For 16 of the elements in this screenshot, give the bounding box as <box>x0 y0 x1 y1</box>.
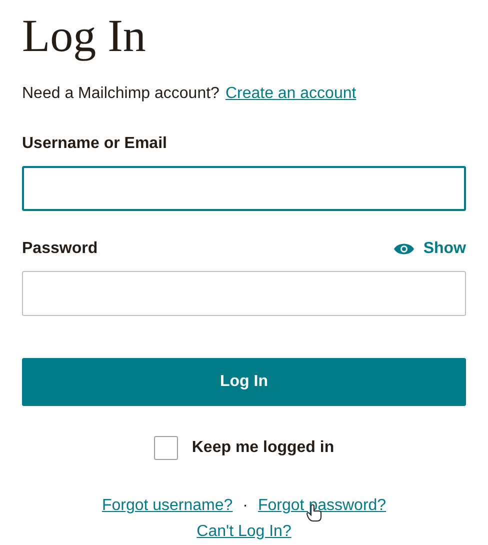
field-label: Password <box>22 239 98 259</box>
eye-icon <box>393 242 416 256</box>
text-input[interactable] <box>22 166 466 211</box>
cant-login-link[interactable]: Can't Log In? <box>196 520 292 544</box>
create-account-link[interactable]: Create an account <box>225 82 356 106</box>
login-button[interactable]: Log In <box>22 358 466 406</box>
forgot-username-link[interactable]: Forgot username? <box>102 494 233 518</box>
text-input[interactable] <box>22 271 466 316</box>
page-title: Log In <box>22 10 146 62</box>
separator-dot: · <box>242 496 248 516</box>
checkbox-label: Keep me logged in <box>192 438 334 458</box>
forgot-password-link[interactable]: Forgot password? <box>258 497 386 514</box>
checkbox[interactable] <box>154 436 178 460</box>
show-password-button[interactable]: Show <box>393 237 466 261</box>
signup-prompt: Need a Mailchimp account? <box>22 84 220 104</box>
field-label: Username or Email <box>22 134 167 154</box>
